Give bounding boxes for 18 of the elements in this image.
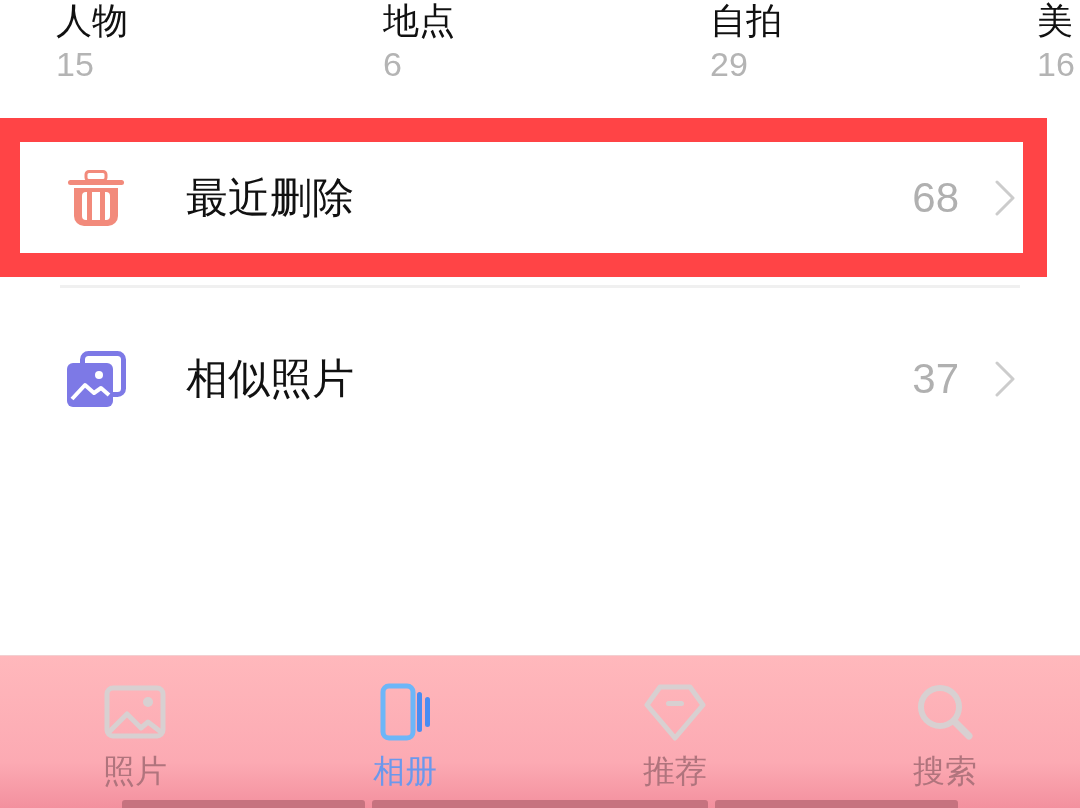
album-name: 相似照片: [186, 353, 354, 404]
picture-icon: [104, 683, 166, 741]
category-count: 16: [1037, 44, 1075, 84]
category-count: 6: [383, 44, 402, 84]
diamond-icon: [644, 683, 706, 741]
album-name: 最近删除: [186, 172, 354, 223]
category-count: 29: [710, 44, 748, 84]
category-label[interactable]: 地点: [383, 0, 455, 42]
album-count: 68: [912, 173, 959, 222]
category-count: 15: [56, 44, 94, 84]
album-count: 37: [912, 354, 959, 403]
trash-icon: [66, 169, 126, 226]
chevron-right-icon: [995, 360, 1015, 397]
category-label[interactable]: 人物: [56, 0, 128, 42]
category-label[interactable]: 自拍: [710, 0, 782, 42]
photo-stack-icon: [66, 350, 126, 407]
category-label[interactable]: 美: [1037, 0, 1073, 42]
chevron-right-icon: [995, 179, 1015, 216]
